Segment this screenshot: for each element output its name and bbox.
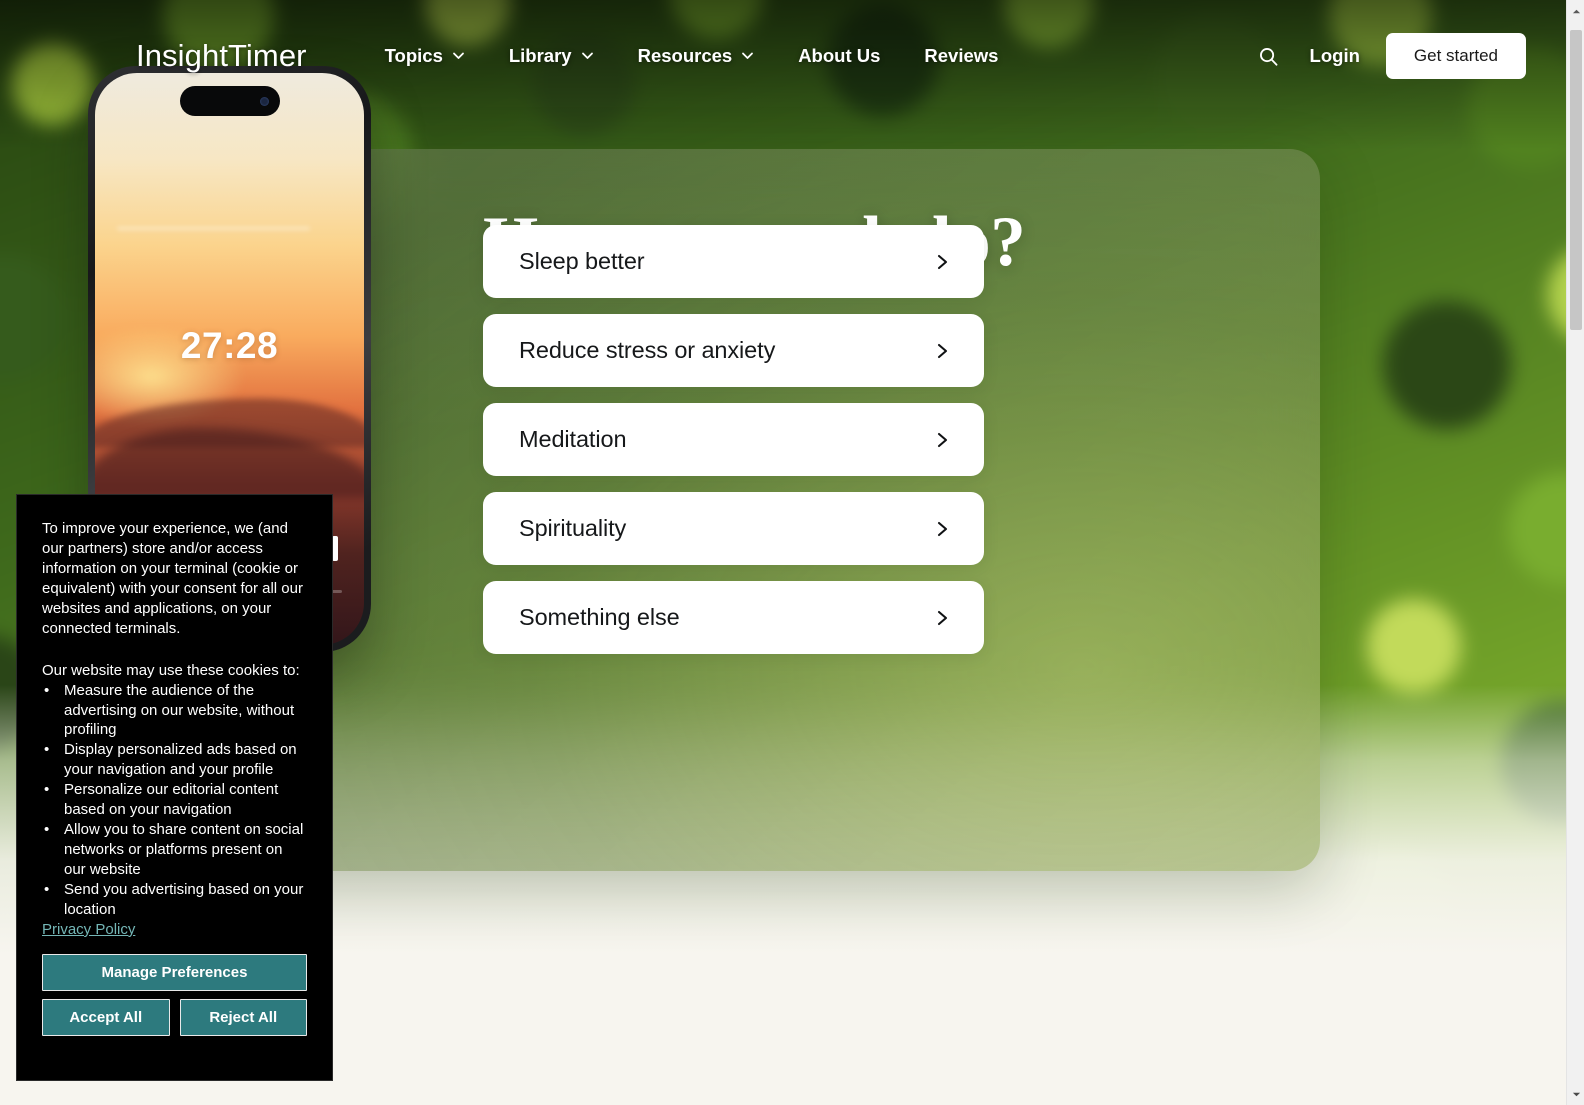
chevron-right-icon (934, 608, 951, 628)
nav-item-about-us[interactable]: About Us (798, 45, 880, 67)
login-link[interactable]: Login (1310, 45, 1360, 67)
chevron-right-icon (934, 341, 951, 361)
list-item: Personalize our editorial content based … (42, 780, 307, 820)
reject-all-button[interactable]: Reject All (179, 998, 307, 1036)
accept-all-button[interactable]: Accept All (42, 998, 170, 1036)
cookie-list-heading: Our website may use these cookies to: (42, 661, 300, 679)
nav-item-library[interactable]: Library (509, 45, 594, 67)
cookie-purpose-list: Measure the audience of the advertising … (42, 681, 307, 920)
option-card-spirituality[interactable]: Spirituality (483, 492, 984, 565)
session-timer: 27:28 (180, 325, 279, 366)
chevron-down-icon (452, 49, 465, 62)
page-scrollbar[interactable] (1566, 0, 1584, 1105)
option-label: Sleep better (519, 248, 645, 274)
cookie-consent-banner: To improve your experience, we (and our … (16, 494, 333, 1081)
scrollbar-thumb[interactable] (1570, 30, 1582, 330)
top-navigation-bar: InsightTimer Topics Library Resources Ab… (0, 0, 1566, 112)
nav-item-label: About Us (798, 45, 881, 66)
nav-item-resources[interactable]: Resources (638, 45, 755, 67)
help-options-list: Sleep better Reduce stress or anxiety Me… (483, 225, 984, 654)
cookie-intro-text: To improve your experience, we (and our … (42, 520, 303, 637)
chevron-down-icon (581, 49, 594, 62)
option-card-reduce-stress[interactable]: Reduce stress or anxiety (483, 314, 984, 387)
nav-item-label: Library (508, 45, 572, 66)
cloud-streak (116, 227, 311, 231)
scroll-up-arrow-icon[interactable] (1567, 2, 1584, 20)
option-card-something-else[interactable]: Something else (483, 581, 984, 654)
option-label: Something else (519, 604, 680, 630)
manage-preferences-button[interactable]: Manage Preferences (42, 953, 307, 991)
list-item: Display personalized ads based on your n… (42, 740, 307, 780)
chevron-right-icon (934, 252, 951, 272)
option-card-meditation[interactable]: Meditation (483, 403, 984, 476)
nav-item-label: Topics (384, 45, 443, 66)
nav-item-reviews[interactable]: Reviews (924, 45, 998, 67)
nav-item-label: Reviews (924, 45, 999, 66)
option-label: Meditation (519, 426, 627, 452)
brand-logo[interactable]: InsightTimer (136, 38, 307, 74)
option-card-sleep-better[interactable]: Sleep better (483, 225, 984, 298)
list-item: Send you advertising based on your locat… (42, 880, 307, 920)
get-started-button[interactable]: Get started (1385, 33, 1526, 79)
nav-actions: Login Get started (1254, 33, 1526, 79)
nav-item-topics[interactable]: Topics (385, 45, 465, 67)
primary-nav-links: Topics Library Resources About Us Review… (385, 45, 999, 67)
nav-item-label: Resources (637, 45, 733, 66)
search-icon[interactable] (1254, 41, 1284, 71)
option-label: Reduce stress or anxiety (519, 337, 776, 363)
list-item: Allow you to share content on social net… (42, 820, 307, 880)
cookie-accept-reject-row: Accept All Reject All (42, 998, 307, 1036)
chevron-right-icon (934, 430, 951, 450)
privacy-policy-link[interactable]: Privacy Policy (42, 921, 307, 938)
chevron-right-icon (934, 519, 951, 539)
list-item: Measure the audience of the advertising … (42, 681, 307, 741)
option-label: Spirituality (519, 515, 627, 541)
chevron-down-icon (741, 49, 754, 62)
page-root: 27:28 Morning Breathwork Julie Skon (0, 0, 1584, 1105)
scroll-down-arrow-icon[interactable] (1567, 1085, 1584, 1103)
cookie-actions: Manage Preferences Accept All Reject All (42, 953, 307, 1036)
